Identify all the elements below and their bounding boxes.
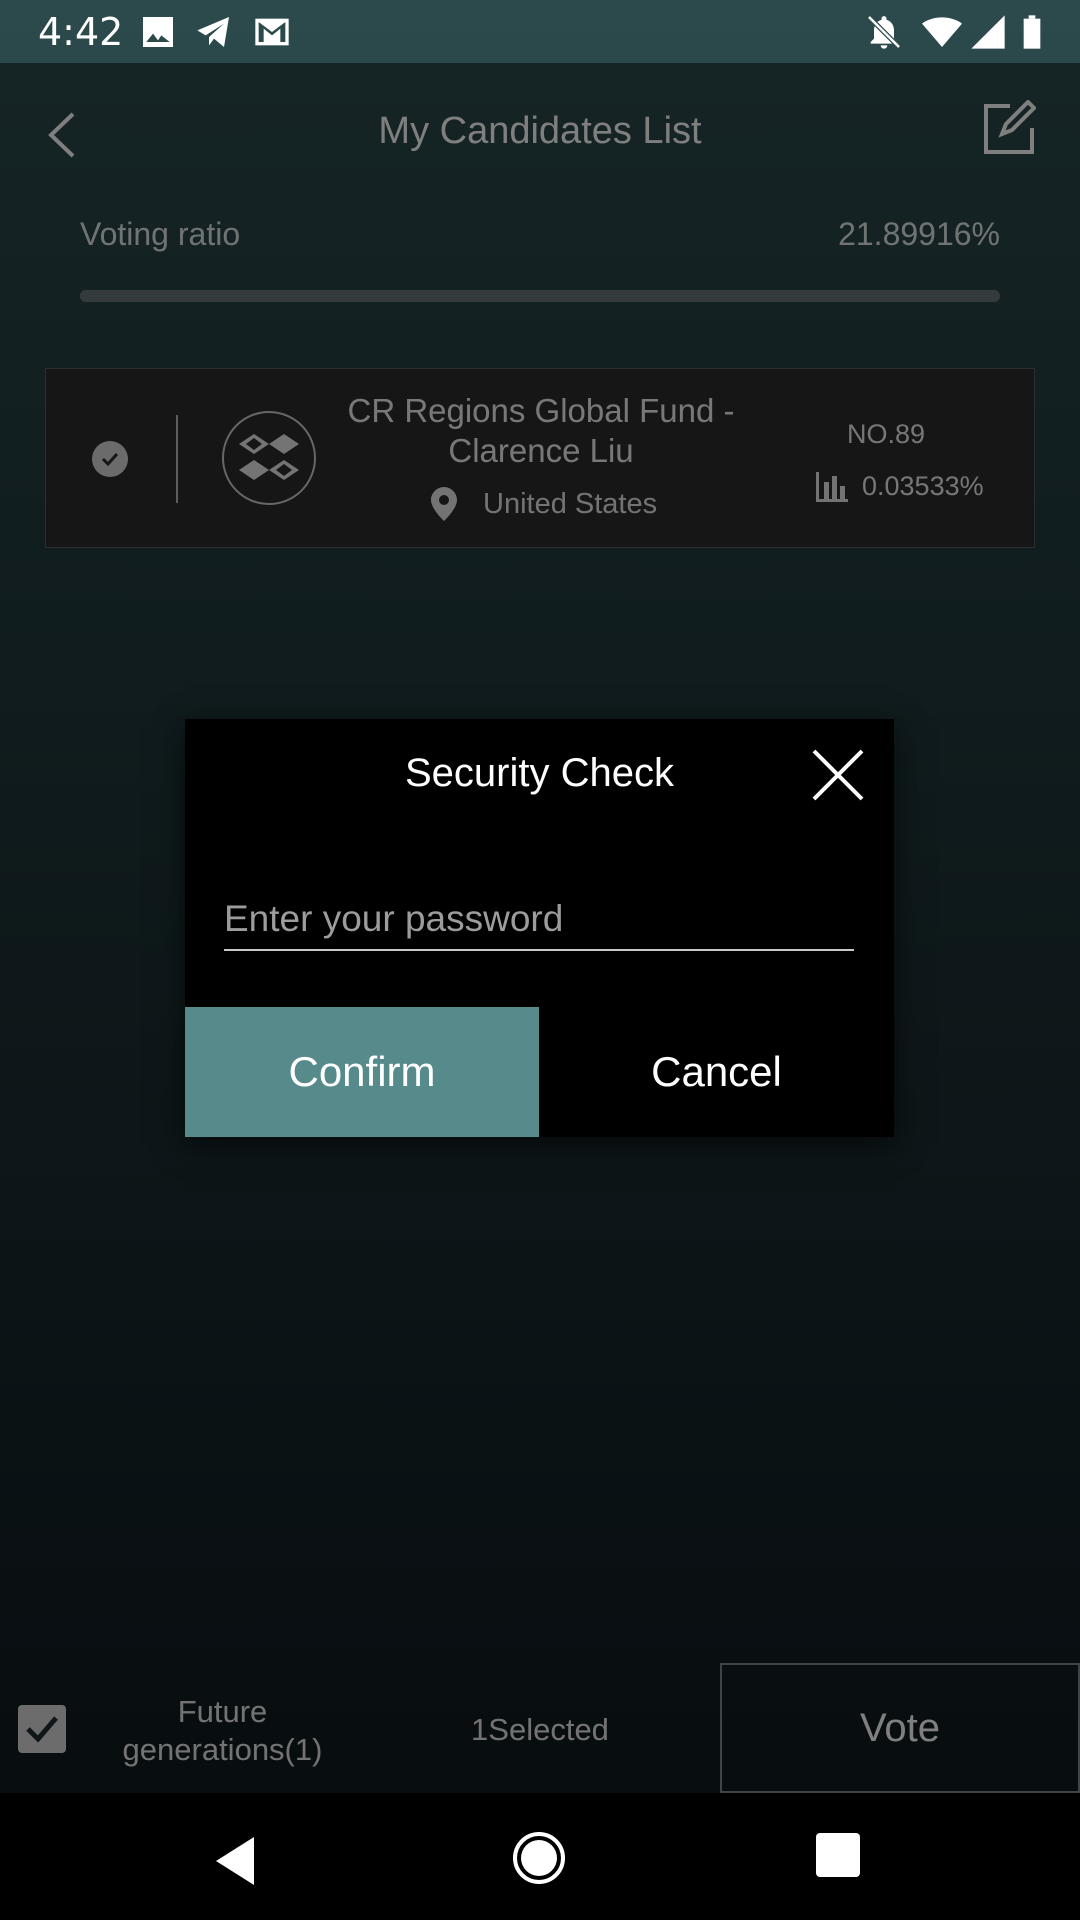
nav-home-icon[interactable] (511, 1830, 567, 1886)
dialog-title: Security Check (405, 751, 674, 795)
navigation-bar (0, 1793, 1080, 1920)
close-icon (812, 749, 864, 801)
gmail-icon (255, 18, 289, 46)
nav-recents-icon[interactable] (816, 1833, 860, 1877)
telegram-icon (197, 17, 229, 47)
cancel-button[interactable]: Cancel (539, 1007, 894, 1137)
close-button[interactable] (810, 747, 866, 803)
signal-icon (971, 15, 1005, 49)
wifi-icon (922, 17, 962, 47)
battery-icon (1023, 15, 1041, 49)
password-input[interactable] (224, 889, 854, 951)
confirm-button[interactable]: Confirm (185, 1007, 539, 1137)
notifications-off-icon (867, 15, 901, 49)
image-icon (143, 17, 173, 47)
nav-back-icon[interactable] (210, 1833, 266, 1889)
status-time: 4:42 (38, 10, 124, 54)
status-bar: 4:42 (0, 0, 1080, 63)
security-check-dialog: Security Check Confirm Cancel (185, 719, 894, 1137)
